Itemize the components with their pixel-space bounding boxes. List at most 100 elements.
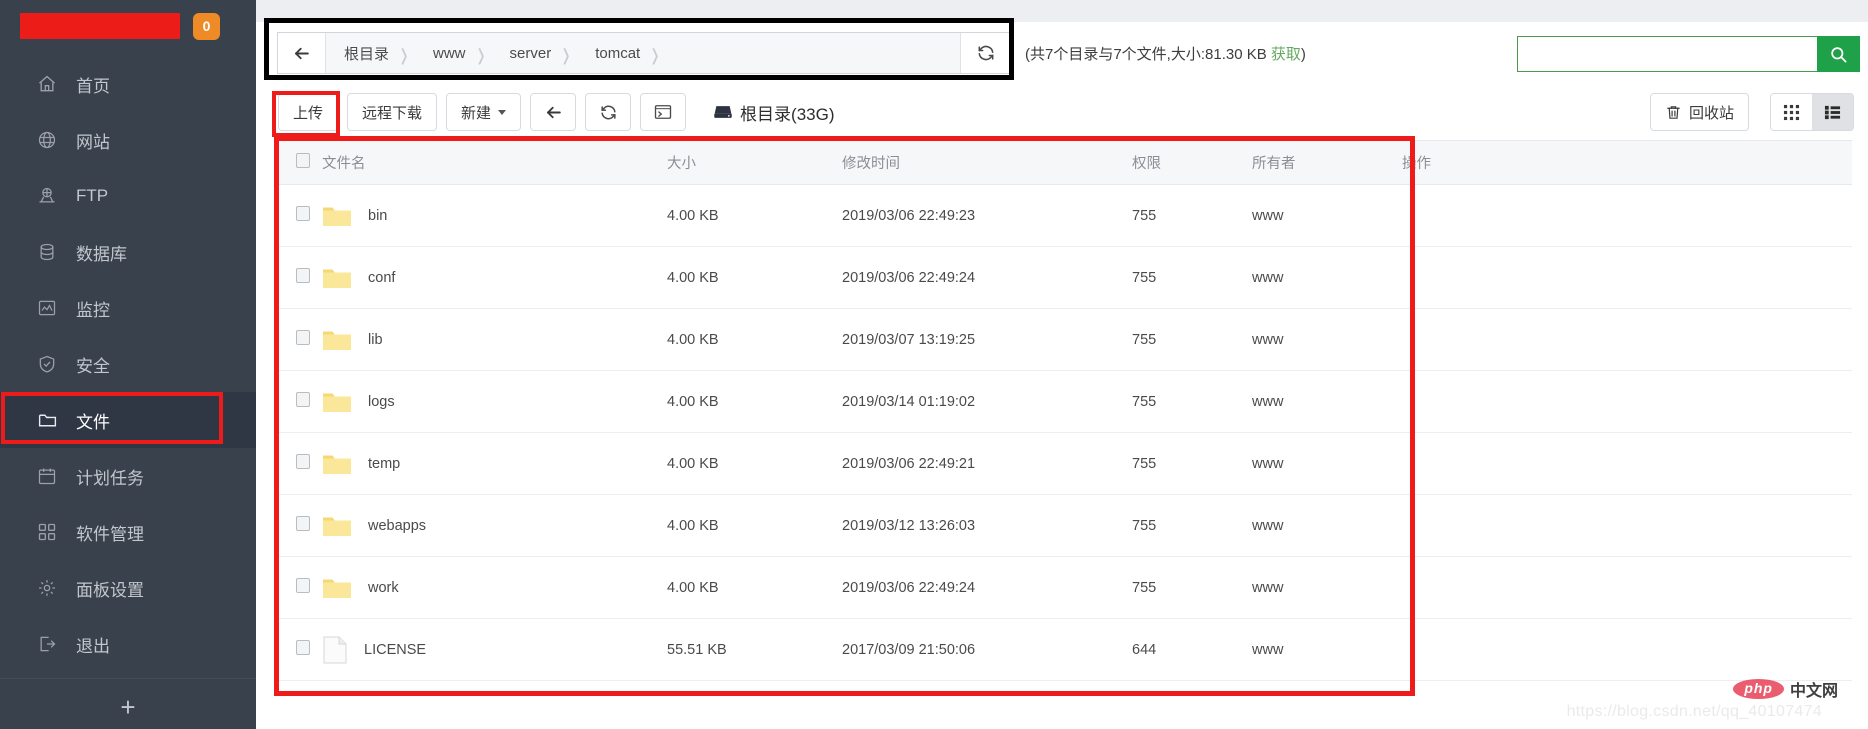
grid-view-button[interactable] <box>1771 94 1812 130</box>
header-mtime[interactable]: 修改时间 <box>842 140 1132 185</box>
row-permission[interactable]: 755 <box>1132 556 1252 619</box>
row-permission[interactable]: 755 <box>1132 370 1252 433</box>
row-checkbox[interactable] <box>296 268 310 283</box>
row-filename[interactable]: lib <box>368 332 383 348</box>
terminal-button[interactable] <box>640 93 687 131</box>
breadcrumb-back-button[interactable] <box>278 33 326 73</box>
row-actions[interactable] <box>1402 246 1852 309</box>
row-actions[interactable] <box>1402 432 1852 495</box>
sidebar-item-security[interactable]: 安全 <box>0 336 256 392</box>
row-permission[interactable]: 755 <box>1132 432 1252 495</box>
table-row[interactable]: work 4.00 KB 2019/03/06 22:49:24 755 www <box>278 556 1852 619</box>
toolbar-back-button[interactable] <box>530 93 577 131</box>
fetch-size-link[interactable]: 获取 <box>1271 46 1301 63</box>
gear-icon <box>34 577 60 599</box>
row-checkbox[interactable] <box>296 578 310 593</box>
row-owner[interactable]: www <box>1252 246 1402 309</box>
breadcrumb-item-3[interactable]: tomcat <box>577 33 650 73</box>
remote-download-button[interactable]: 远程下载 <box>347 93 438 131</box>
row-filename[interactable]: logs <box>368 394 395 410</box>
sidebar: 0 首页 网站 FTP 数据库 监控 安全 文件 计划任务 软件管理 面板设置 … <box>0 0 256 729</box>
new-button[interactable]: 新建 <box>446 93 522 131</box>
table-row[interactable]: temp 4.00 KB 2019/03/06 22:49:21 755 www <box>278 432 1852 495</box>
sidebar-item-home[interactable]: 首页 <box>0 56 256 112</box>
sidebar-item-website[interactable]: 网站 <box>0 112 256 168</box>
row-mtime: 2019/03/06 22:49:24 <box>842 556 1132 619</box>
sidebar-item-label: 文件 <box>76 412 110 432</box>
sidebar-item-crontab[interactable]: 计划任务 <box>0 448 256 504</box>
row-permission[interactable]: 644 <box>1132 618 1252 681</box>
upload-button[interactable]: 上传 <box>278 93 339 131</box>
table-row[interactable]: bin 4.00 KB 2019/03/06 22:49:23 755 www <box>278 184 1852 247</box>
notification-badge[interactable]: 0 <box>193 12 220 40</box>
search-button[interactable] <box>1817 36 1860 72</box>
row-filename[interactable]: work <box>368 580 399 596</box>
row-checkbox[interactable] <box>296 330 310 345</box>
row-checkbox[interactable] <box>296 640 310 655</box>
row-permission[interactable]: 755 <box>1132 246 1252 309</box>
row-name-cell: lib <box>322 308 667 371</box>
sidebar-item-panel-settings[interactable]: 面板设置 <box>0 560 256 616</box>
header-permission[interactable]: 权限 <box>1132 140 1252 185</box>
row-filename[interactable]: webapps <box>368 518 426 534</box>
sidebar-item-label: 面板设置 <box>76 580 144 600</box>
sidebar-item-ftp[interactable]: FTP <box>0 168 256 224</box>
row-owner[interactable]: www <box>1252 556 1402 619</box>
row-actions[interactable] <box>1402 556 1852 619</box>
table-row[interactable]: webapps 4.00 KB 2019/03/12 13:26:03 755 www <box>278 494 1852 557</box>
row-actions[interactable] <box>1402 308 1852 371</box>
breadcrumb-refresh-button[interactable] <box>960 33 1010 73</box>
row-actions[interactable] <box>1402 618 1852 681</box>
row-owner[interactable]: www <box>1252 370 1402 433</box>
row-owner[interactable]: www <box>1252 618 1402 681</box>
row-filename[interactable]: conf <box>368 270 395 286</box>
summary-prefix: (共7个目录与7个文件,大小:81.30 KB <box>1025 45 1271 63</box>
row-owner[interactable]: www <box>1252 184 1402 247</box>
table-row[interactable]: conf 4.00 KB 2019/03/06 22:49:24 755 www <box>278 246 1852 309</box>
search-input[interactable] <box>1517 36 1817 72</box>
recycle-bin-button[interactable]: 回收站 <box>1649 93 1749 131</box>
view-toggle <box>1770 93 1854 131</box>
row-filename[interactable]: bin <box>368 208 387 224</box>
row-actions[interactable] <box>1402 494 1852 557</box>
row-permission[interactable]: 755 <box>1132 494 1252 557</box>
table-row[interactable]: logs 4.00 KB 2019/03/14 01:19:02 755 www <box>278 370 1852 433</box>
list-view-button[interactable] <box>1812 94 1853 130</box>
header-filename[interactable]: 文件名 <box>322 140 667 185</box>
breadcrumb-item-1[interactable]: www <box>415 33 476 73</box>
folder-icon <box>322 576 352 600</box>
globe-icon <box>34 129 60 151</box>
row-permission[interactable]: 755 <box>1132 184 1252 247</box>
select-all-checkbox[interactable] <box>296 153 310 168</box>
table-row[interactable]: lib 4.00 KB 2019/03/07 13:19:25 755 www <box>278 308 1852 371</box>
header-size[interactable]: 大小 <box>667 140 842 185</box>
row-owner[interactable]: www <box>1252 308 1402 371</box>
folder-icon <box>322 328 352 352</box>
sidebar-item-database[interactable]: 数据库 <box>0 224 256 280</box>
row-checkbox[interactable] <box>296 454 310 469</box>
row-select-cell <box>278 308 322 371</box>
row-filename[interactable]: LICENSE <box>364 642 426 658</box>
row-checkbox[interactable] <box>296 206 310 221</box>
breadcrumb-item-0[interactable]: 根目录 <box>326 33 399 73</box>
row-permission[interactable]: 755 <box>1132 308 1252 371</box>
row-actions[interactable] <box>1402 184 1852 247</box>
row-owner[interactable]: www <box>1252 432 1402 495</box>
header-owner[interactable]: 所有者 <box>1252 140 1402 185</box>
row-checkbox[interactable] <box>296 516 310 531</box>
sidebar-item-files[interactable]: 文件 <box>0 392 256 448</box>
row-owner[interactable]: www <box>1252 494 1402 557</box>
sidebar-item-logout[interactable]: 退出 <box>0 616 256 672</box>
row-select-cell <box>278 494 322 557</box>
row-actions[interactable] <box>1402 370 1852 433</box>
sidebar-item-monitor[interactable]: 监控 <box>0 280 256 336</box>
toolbar-refresh-button[interactable] <box>585 93 632 131</box>
sidebar-item-software[interactable]: 软件管理 <box>0 504 256 560</box>
row-checkbox[interactable] <box>296 392 310 407</box>
sidebar-add-button[interactable]: + <box>0 678 256 729</box>
php-watermark-text: 中文网 <box>1789 683 1838 700</box>
table-row[interactable]: LICENSE 55.51 KB 2017/03/09 21:50:06 644 www <box>278 618 1852 681</box>
row-size: 4.00 KB <box>667 246 842 309</box>
row-filename[interactable]: temp <box>368 456 400 472</box>
breadcrumb-item-2[interactable]: server <box>492 33 562 73</box>
